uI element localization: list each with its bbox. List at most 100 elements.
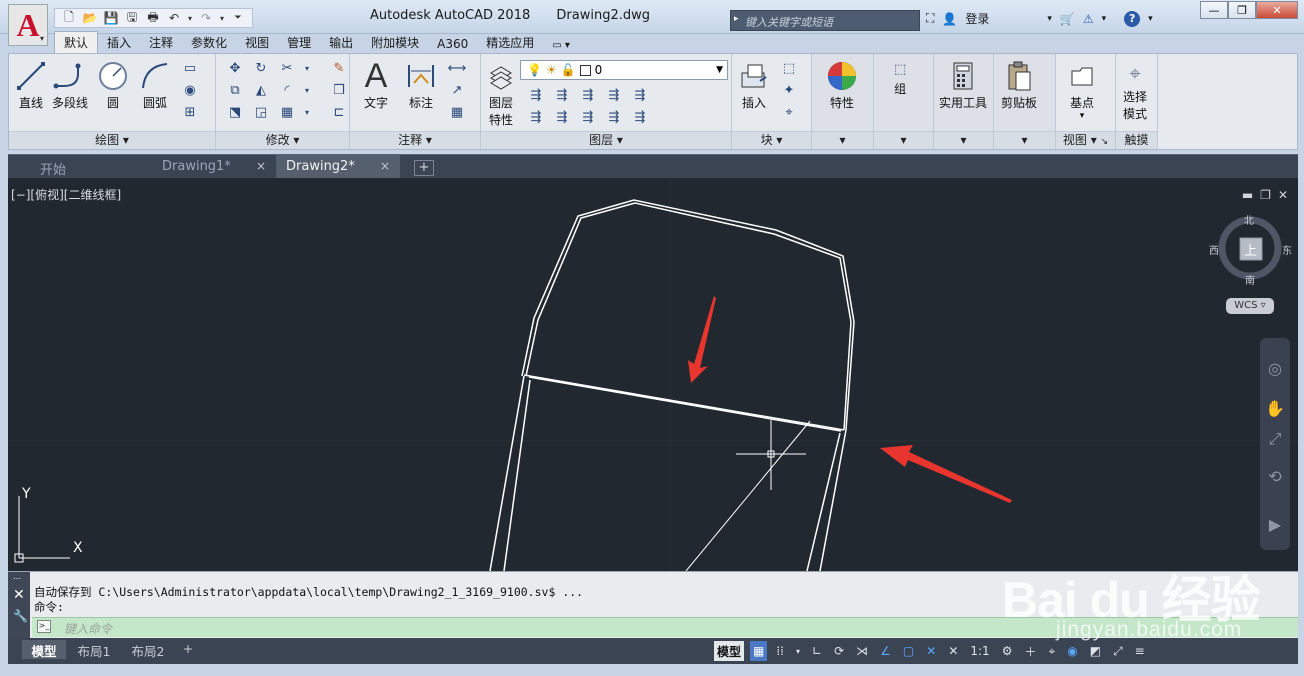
tab-manage[interactable]: 管理	[278, 32, 320, 54]
redo-icon[interactable]: ↷	[196, 10, 216, 26]
layer-tool-icon[interactable]: ⇶	[629, 86, 651, 104]
tab-home[interactable]: 默认	[54, 31, 99, 54]
array-dropdown-icon[interactable]: ▾	[302, 103, 312, 121]
chevron-down-icon[interactable]: ▾	[1102, 14, 1107, 24]
move-icon[interactable]: ✥	[224, 59, 246, 77]
utilities-expand-icon[interactable]: ▾	[934, 131, 993, 149]
file-tab-drawing2[interactable]: Drawing2* ×	[276, 155, 400, 179]
copy-icon[interactable]: ⧉	[224, 81, 246, 99]
viewcube-west[interactable]: 西	[1209, 242, 1219, 257]
close-icon[interactable]: ×	[380, 159, 390, 173]
edit-block-icon[interactable]: ✦	[778, 81, 800, 99]
model-space-button[interactable]: 模型	[714, 641, 745, 661]
chevron-down-icon[interactable]: ▾	[793, 641, 803, 661]
clipboard-button[interactable]: 剪贴板	[1001, 58, 1037, 111]
tab-model[interactable]: 模型	[22, 640, 66, 659]
fillet-icon[interactable]: ◜	[276, 81, 298, 99]
polar-icon[interactable]: ⟳	[831, 641, 847, 661]
layer-tool-icon[interactable]: ⇶	[551, 86, 573, 104]
close-button[interactable]: ✕	[1256, 1, 1298, 19]
attribute-icon[interactable]: ⌖	[778, 103, 800, 121]
properties-expand-icon[interactable]: ▾	[812, 131, 873, 149]
tab-layout2[interactable]: 布局2	[122, 640, 174, 659]
select-mode-button[interactable]: ⌖ 选择 模式	[1123, 58, 1147, 122]
offset-icon[interactable]: ⊏	[328, 103, 350, 121]
new-file-icon[interactable]: 🗋	[59, 10, 79, 26]
tab-insert[interactable]: 插入	[98, 32, 140, 54]
undo-dropdown-icon[interactable]: ▾	[185, 10, 195, 26]
showmotion-icon[interactable]: ▶	[1264, 514, 1286, 536]
line-tool-button[interactable]: 直线	[15, 58, 47, 111]
utilities-button[interactable]: 实用工具	[939, 58, 987, 111]
help-icon[interactable]: ?	[1124, 10, 1141, 27]
insert-block-button[interactable]: 插入	[738, 58, 770, 111]
explode-icon[interactable]: ❒	[328, 81, 350, 99]
layer-tool-icon[interactable]: ⇶	[629, 108, 651, 126]
units-icon[interactable]: ⌖	[1045, 641, 1058, 661]
save-as-icon[interactable]: 🖫	[122, 10, 142, 26]
tab-annotate[interactable]: 注释	[140, 32, 182, 54]
layer-tool-icon[interactable]: ⇶	[603, 86, 625, 104]
zoom-extents-icon[interactable]: ⤢	[1264, 428, 1286, 450]
orbit-icon[interactable]: ⟲	[1264, 466, 1286, 488]
command-prompt-icon[interactable]: >_	[37, 620, 51, 633]
circle-tool-button[interactable]: 圆	[97, 58, 129, 111]
login-button[interactable]: 登录	[965, 10, 989, 27]
table-icon[interactable]: ▦	[446, 103, 468, 121]
viewcube-east[interactable]: 东	[1282, 242, 1292, 257]
viewcube-north[interactable]: 北	[1244, 212, 1254, 227]
layer-tool-icon[interactable]: ⇶	[577, 108, 599, 126]
minimize-button[interactable]: —	[1200, 1, 1228, 19]
autodesk-app-icon[interactable]: ⚠	[1083, 12, 1094, 26]
tab-view[interactable]: 视图	[236, 32, 278, 54]
view-panel-title[interactable]: 视图 ▾ ↘	[1056, 131, 1115, 149]
viewcube[interactable]: 北 南 西 东 上	[1209, 216, 1292, 287]
new-tab-button[interactable]: +	[414, 160, 434, 176]
fillet-dropdown-icon[interactable]: ▾	[302, 81, 312, 99]
customize-toolbar-icon[interactable]: ⏷	[228, 10, 248, 26]
arc-tool-button[interactable]: 圆弧	[139, 58, 171, 111]
mirror-icon[interactable]: ◭	[250, 81, 272, 99]
tab-layout1[interactable]: 布局1	[68, 640, 120, 659]
save-icon[interactable]: 💾	[101, 10, 121, 26]
polyline-tool-button[interactable]: 多段线	[52, 58, 88, 111]
cart-icon[interactable]: 🛒	[1060, 12, 1075, 26]
fullscreen-icon[interactable]: ⤢	[1110, 641, 1126, 661]
isodraft-icon[interactable]: ⋊	[853, 641, 871, 661]
block-panel-title[interactable]: 块 ▾	[732, 131, 811, 149]
annotation-visibility-icon[interactable]: ✕	[923, 641, 939, 661]
clipboard-expand-icon[interactable]: ▾	[994, 131, 1055, 149]
layers-panel-title[interactable]: 图层 ▾	[481, 131, 731, 149]
dimension-tool-button[interactable]: 标注	[406, 58, 436, 111]
grid-icon[interactable]: ▦	[750, 641, 768, 661]
erase-icon[interactable]: ✎	[328, 59, 350, 77]
region-icon[interactable]: ⊞	[179, 103, 201, 121]
viewcube-top-face[interactable]: 上	[1244, 240, 1257, 259]
undo-icon[interactable]: ↶	[164, 10, 184, 26]
wrench-icon[interactable]: 🔧	[13, 609, 28, 623]
hatch-icon[interactable]: ◉	[179, 81, 201, 99]
file-tab-start[interactable]: 开始	[12, 155, 150, 179]
rotate-icon[interactable]: ↻	[250, 59, 272, 77]
steering-wheel-icon[interactable]: ◎	[1264, 358, 1286, 380]
layer-tool-icon[interactable]: ⇶	[603, 108, 625, 126]
layer-properties-button[interactable]: 图层 特性	[487, 58, 515, 128]
file-tab-drawing1[interactable]: Drawing1* ×	[134, 155, 276, 179]
hardware-accel-icon[interactable]: ◉	[1064, 641, 1080, 661]
binoculars-icon[interactable]: ⛶	[926, 11, 934, 26]
tab-output[interactable]: 输出	[320, 32, 362, 54]
array-icon[interactable]: ▦	[276, 103, 298, 121]
layer-tool-icon[interactable]: ⇶	[525, 108, 547, 126]
osnap-icon[interactable]: ▢	[900, 641, 917, 661]
command-input[interactable]: >_ 键入命令	[32, 617, 1298, 637]
gear-icon[interactable]: ⚙	[999, 641, 1016, 661]
linear-dim-icon[interactable]: ⟷	[446, 59, 468, 77]
trim-icon[interactable]: ✂	[276, 59, 298, 77]
chevron-down-icon[interactable]: ▾	[1148, 14, 1153, 24]
add-icon[interactable]: ＋	[1021, 641, 1039, 661]
add-layout-button[interactable]: +	[178, 640, 198, 659]
viewcube-south[interactable]: 南	[1245, 272, 1255, 287]
close-icon[interactable]: ×	[256, 159, 266, 173]
search-input[interactable]: ▸ 键入关键字或短语	[730, 9, 920, 31]
scale-icon[interactable]: ◲	[250, 103, 272, 121]
